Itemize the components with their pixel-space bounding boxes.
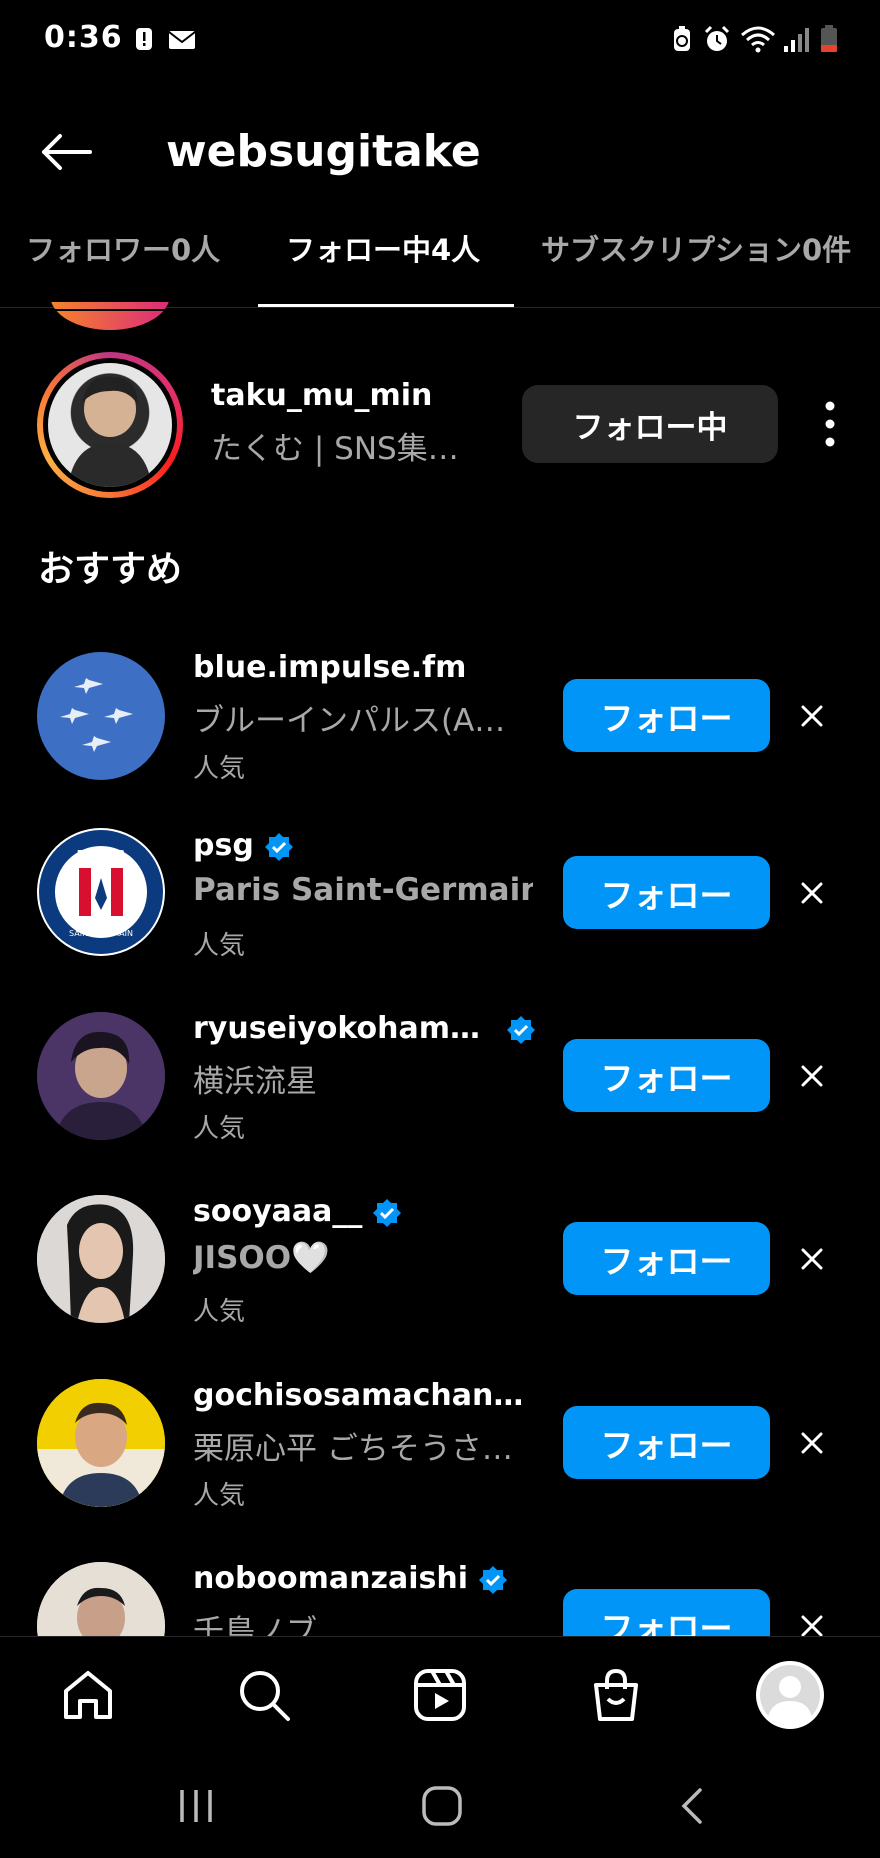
close-icon[interactable] [796,1060,828,1092]
shop-icon [594,1668,638,1721]
tab-subscriptions[interactable]: サブスクリプション0件 [541,216,851,308]
person-photo-icon [68,376,152,487]
bottom-nav [0,1636,880,1752]
suggested-display-name: 横浜流星 [193,1064,317,1100]
avatar[interactable] [37,1379,165,1507]
suggested-reason: 人気 [193,931,246,961]
following-username[interactable]: taku_mu_min [211,378,432,413]
person-photo-icon [37,1012,165,1140]
person-photo-icon [37,1195,165,1323]
wifi-icon [741,26,775,53]
tab-following[interactable]: フォロー中4人 [286,216,480,308]
suggested-username[interactable]: ryuseiyokoham… [193,1011,480,1046]
profile-avatar [756,1661,824,1729]
follow-button[interactable]: フォロー [563,1039,770,1112]
psg-logo-icon: PARIS SAINT-GERMAIN [39,830,163,954]
person-photo-icon [37,1379,165,1507]
back-chevron-icon [681,1788,702,1824]
battery-saver-icon [674,26,690,51]
home-button[interactable] [412,1776,472,1836]
suggested-username-row: psg [193,828,294,863]
avatar[interactable] [37,652,165,780]
recent-apps-button[interactable] [166,1776,226,1836]
close-icon[interactable] [796,1243,828,1275]
active-tab-indicator [258,304,514,307]
verified-badge-icon [264,832,293,861]
nav-home[interactable] [50,1657,126,1733]
avatar[interactable] [48,363,172,487]
close-icon[interactable] [796,877,828,909]
verified-badge-icon [506,1015,535,1044]
following-display-name: たくむ | SNS集… [211,431,459,467]
arrow-left-icon [42,134,92,170]
suggested-reason: 人気 [193,1481,246,1511]
suggested-username[interactable]: noboomanzaishi [193,1561,468,1596]
psg-logo-text: PARIS [76,847,125,865]
mail-icon [168,31,196,49]
following-button[interactable]: フォロー中 [522,385,778,463]
avatar[interactable]: PARIS SAINT-GERMAIN [37,828,165,956]
back-button[interactable] [30,120,102,184]
close-icon[interactable] [796,700,828,732]
screen: 0:36 websugitake フォロワー0人 フォロー中4人 サブスクリプシ… [0,0,880,1858]
suggested-display-name: Paris Saint-Germain [193,872,533,908]
jets-photo-icon [60,678,133,752]
alarm-icon [704,25,730,51]
nav-reels[interactable] [402,1657,478,1733]
battery-low-icon [821,25,837,52]
follow-button[interactable]: フォロー [563,679,770,752]
verified-badge-icon [373,1198,402,1227]
system-nav [0,1752,880,1858]
tab-bar: フォロワー0人 フォロー中4人 サブスクリプション0件 [0,216,880,308]
suggested-reason: 人気 [193,754,246,784]
suggested-username[interactable]: sooyaaa__ [193,1194,362,1229]
nav-shop[interactable] [578,1657,654,1733]
search-icon [240,1671,290,1721]
status-bar: 0:36 [0,0,880,84]
close-icon[interactable] [796,1427,828,1459]
suggested-username-row: noboomanzaishi [193,1561,508,1596]
recent-apps-icon [180,1790,212,1822]
suggested-title: おすすめ [38,549,183,590]
status-time: 0:36 [44,20,123,55]
follow-button[interactable]: フォロー [563,856,770,929]
follow-button[interactable]: フォロー [563,1222,770,1295]
signal-icon [784,28,809,52]
suggested-username-row: sooyaaa__ [193,1194,402,1229]
avatar[interactable] [37,1012,165,1140]
suggested-display-name: JISOO🤍 [193,1240,330,1276]
more-options-icon[interactable] [812,396,848,452]
suggested-reason: 人気 [193,1297,246,1327]
suggested-display-name: 栗原心平 ごちそうさ… [193,1431,513,1467]
page-title: websugitake [166,126,481,177]
nav-search[interactable] [226,1657,302,1733]
header: websugitake [0,84,880,224]
verified-badge-icon [479,1565,508,1594]
reels-icon [414,1669,466,1721]
back-system-button[interactable] [662,1776,722,1836]
home-icon [64,1671,112,1719]
suggested-display-name: ブルーインパルス(A… [193,703,506,739]
suggested-username[interactable]: blue.impulse.fm [193,650,466,685]
follow-button[interactable]: フォロー [563,1406,770,1479]
home-circle-icon [422,1786,462,1826]
suggested-username[interactable]: gochisosamachan… [193,1378,523,1413]
suggested-reason: 人気 [193,1114,246,1144]
alert-icon [136,28,152,50]
tab-followers[interactable]: フォロワー0人 [26,216,220,308]
divider [0,309,880,311]
suggested-username[interactable]: psg [193,828,254,863]
avatar[interactable] [37,1195,165,1323]
psg-logo-bottom-text: SAINT-GERMAIN [69,929,133,938]
nav-profile[interactable] [754,1659,826,1731]
suggested-username-row: ryuseiyokoham… [193,1011,536,1046]
